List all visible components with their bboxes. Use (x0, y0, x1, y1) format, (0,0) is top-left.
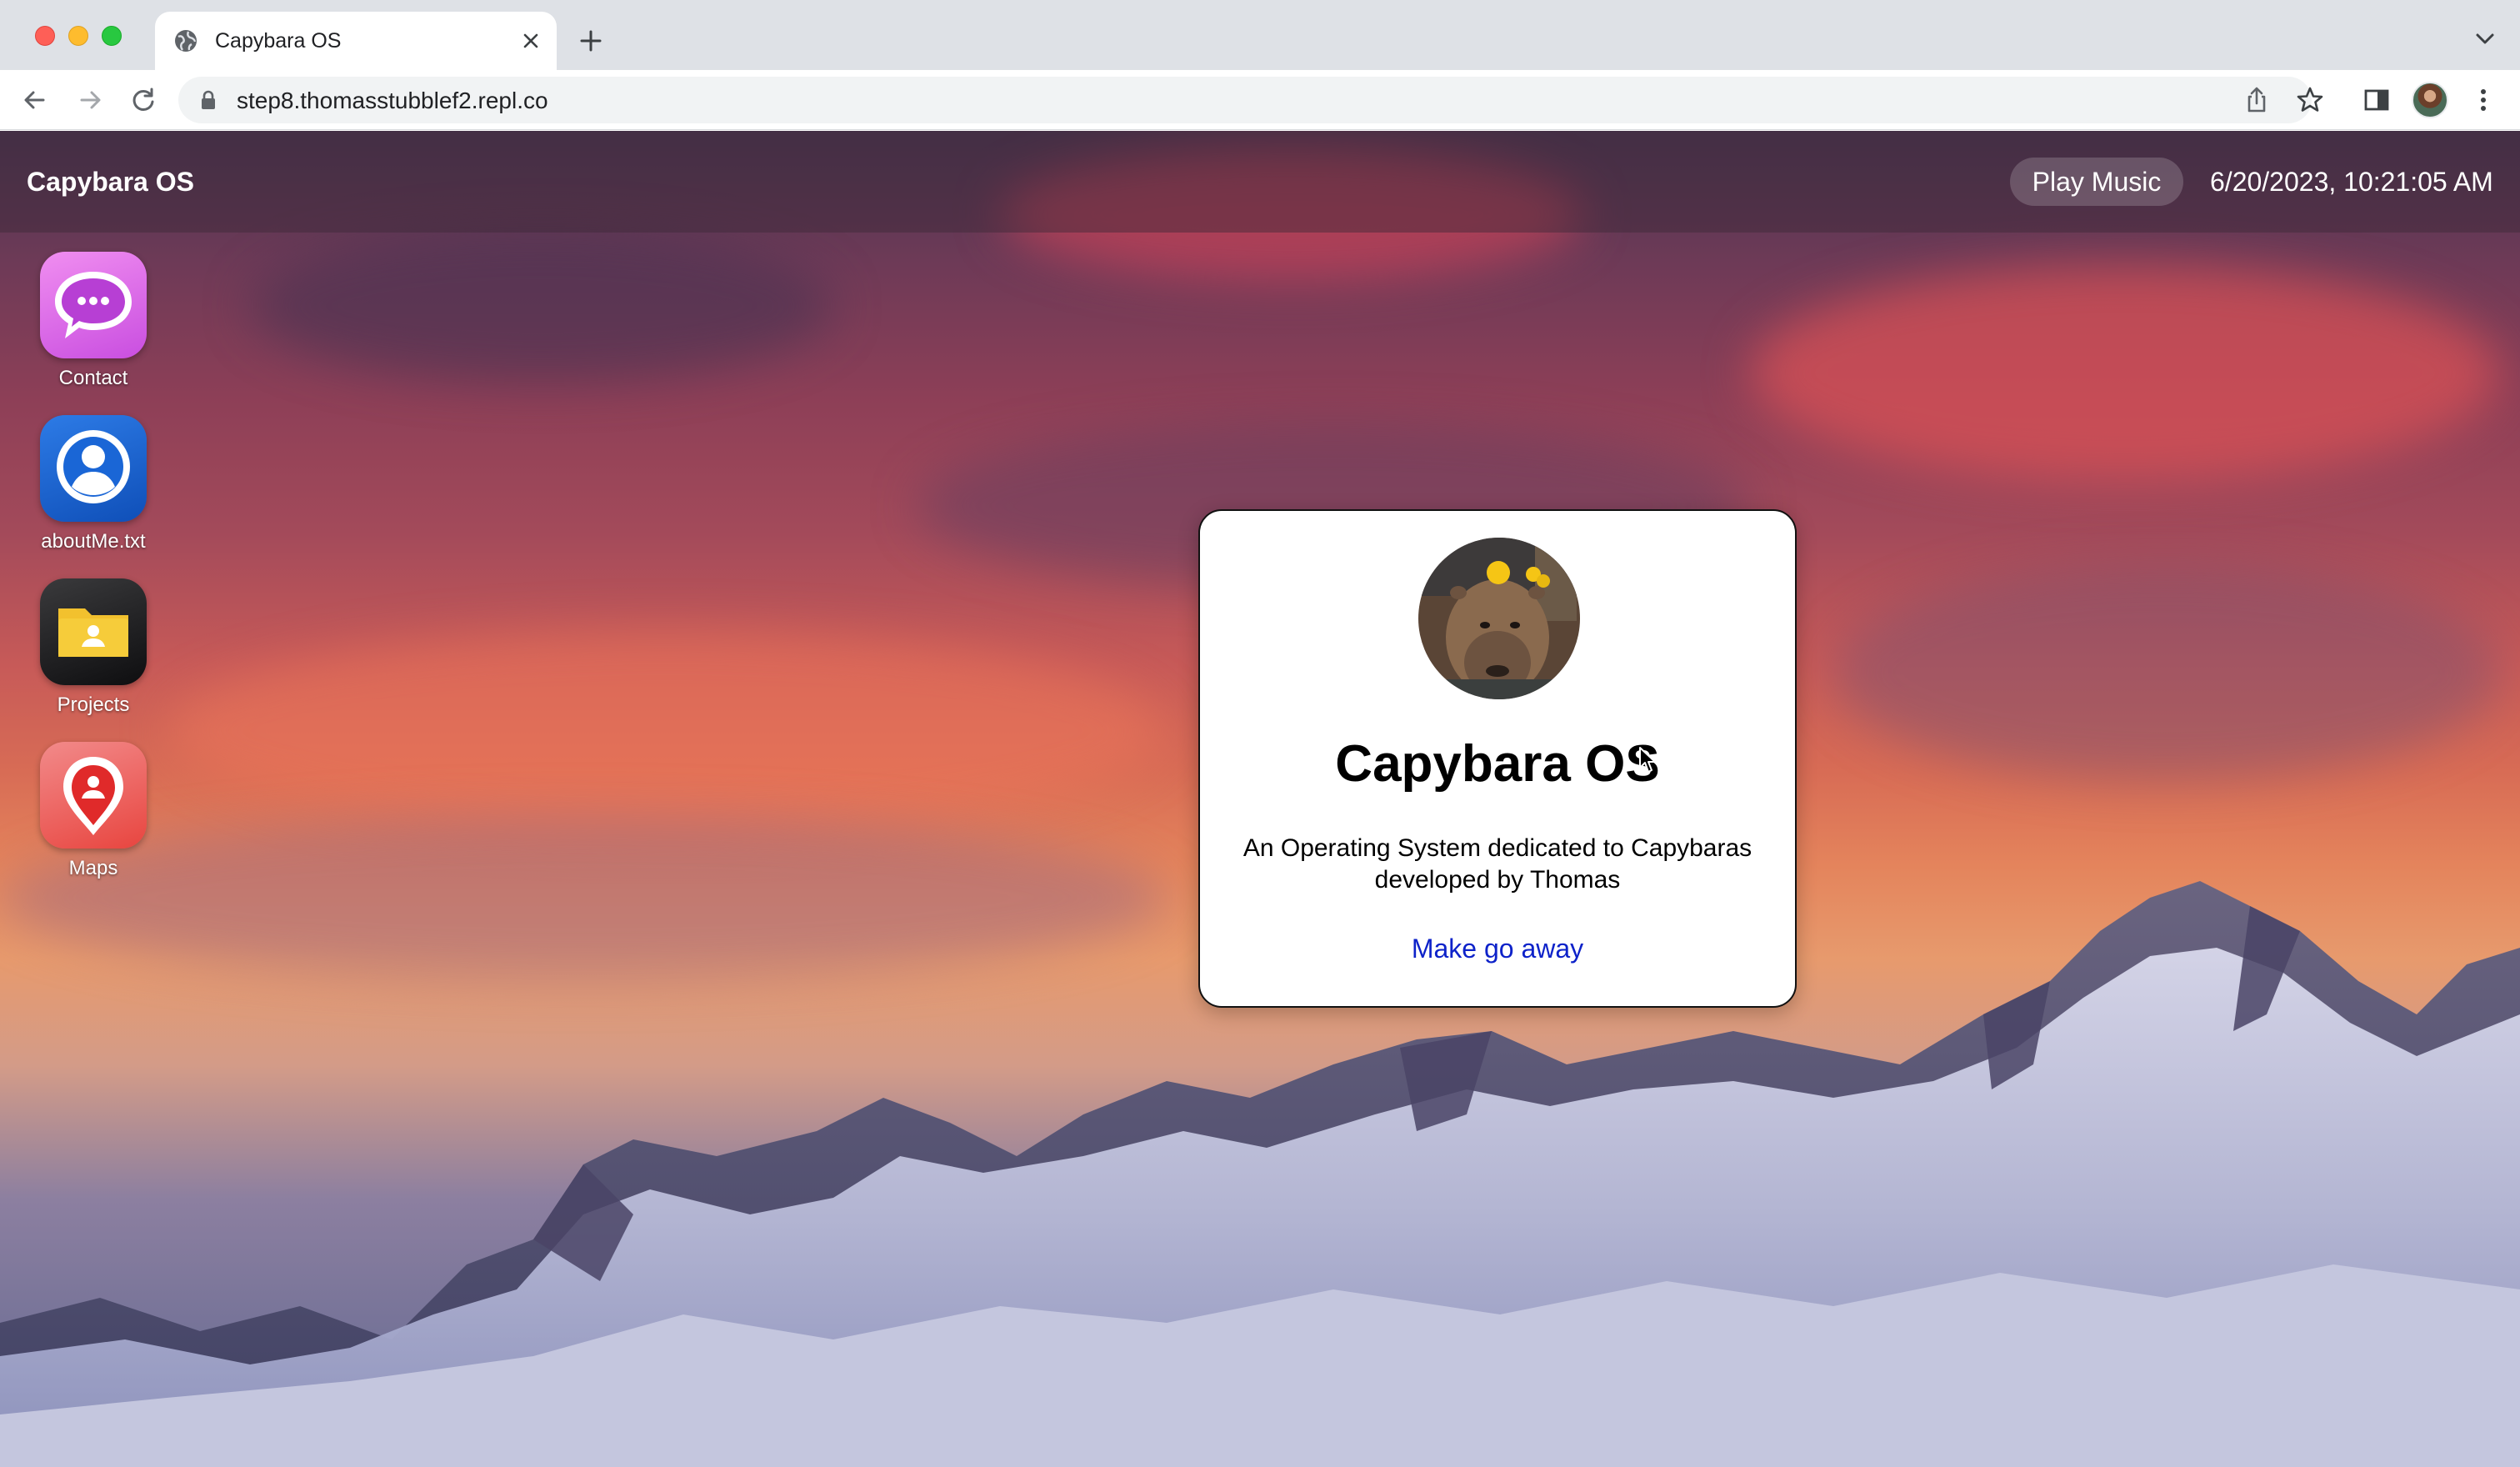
chat-bubble-icon[interactable] (40, 252, 147, 358)
tab-title: Capybara OS (215, 29, 342, 53)
profile-avatar[interactable] (2412, 82, 2448, 118)
play-music-button[interactable]: Play Music (2010, 158, 2183, 206)
dialog-description: An Operating System dedicated to Capybar… (1242, 834, 1752, 894)
mouse-cursor-icon (1639, 747, 1656, 773)
capybara-avatar (1418, 538, 1580, 699)
maximize-window-button[interactable] (102, 26, 122, 46)
share-icon[interactable] (2242, 85, 2272, 115)
lock-icon[interactable] (200, 90, 217, 110)
close-tab-icon[interactable] (520, 30, 542, 52)
brand-title: Capybara OS (27, 167, 194, 197)
tab-strip: Capybara OS (0, 0, 2520, 70)
bookmark-star-icon[interactable] (2295, 85, 2325, 115)
browser-toolbar: step8.thomasstubblef2.repl.co (0, 70, 2520, 130)
desktop-page: Capybara OS Play Music 6/20/2023, 10:21:… (0, 131, 2520, 1467)
make-go-away-link[interactable]: Make go away (1200, 933, 1795, 964)
app-label: Maps (68, 857, 118, 879)
map-pin-icon[interactable] (40, 742, 147, 849)
user-profile-icon[interactable] (40, 415, 147, 522)
tab-search-icon[interactable] (2473, 30, 2497, 48)
datetime-display: 6/20/2023, 10:21:05 AM (2210, 167, 2493, 197)
close-window-button[interactable] (35, 26, 55, 46)
top-menubar: Capybara OS Play Music 6/20/2023, 10:21:… (0, 131, 2520, 233)
folder-icon[interactable] (40, 578, 147, 685)
dialog-title: Capybara OS (1335, 735, 1660, 793)
app-label: Contact (58, 367, 128, 389)
address-bar[interactable]: step8.thomasstubblef2.repl.co (178, 77, 2312, 123)
globe-icon (175, 30, 197, 52)
minimize-window-button[interactable] (68, 26, 88, 46)
forward-icon[interactable] (75, 85, 105, 115)
browser-window: Capybara OS step8.thomasstubblef2.repl.c… (0, 0, 2520, 1467)
url-text: step8.thomasstubblef2.repl.co (237, 88, 548, 113)
browser-tab[interactable]: Capybara OS (155, 12, 557, 70)
about-dialog: Capybara OS An Operating System dedicate… (1198, 509, 1797, 1008)
reload-icon[interactable] (128, 85, 158, 115)
app-label: aboutMe.txt (41, 530, 146, 553)
app-label: Projects (57, 693, 130, 716)
new-tab-icon[interactable] (577, 27, 605, 55)
side-panel-icon[interactable] (2362, 85, 2392, 115)
kebab-menu-icon[interactable] (2468, 85, 2498, 115)
back-icon[interactable] (20, 85, 50, 115)
